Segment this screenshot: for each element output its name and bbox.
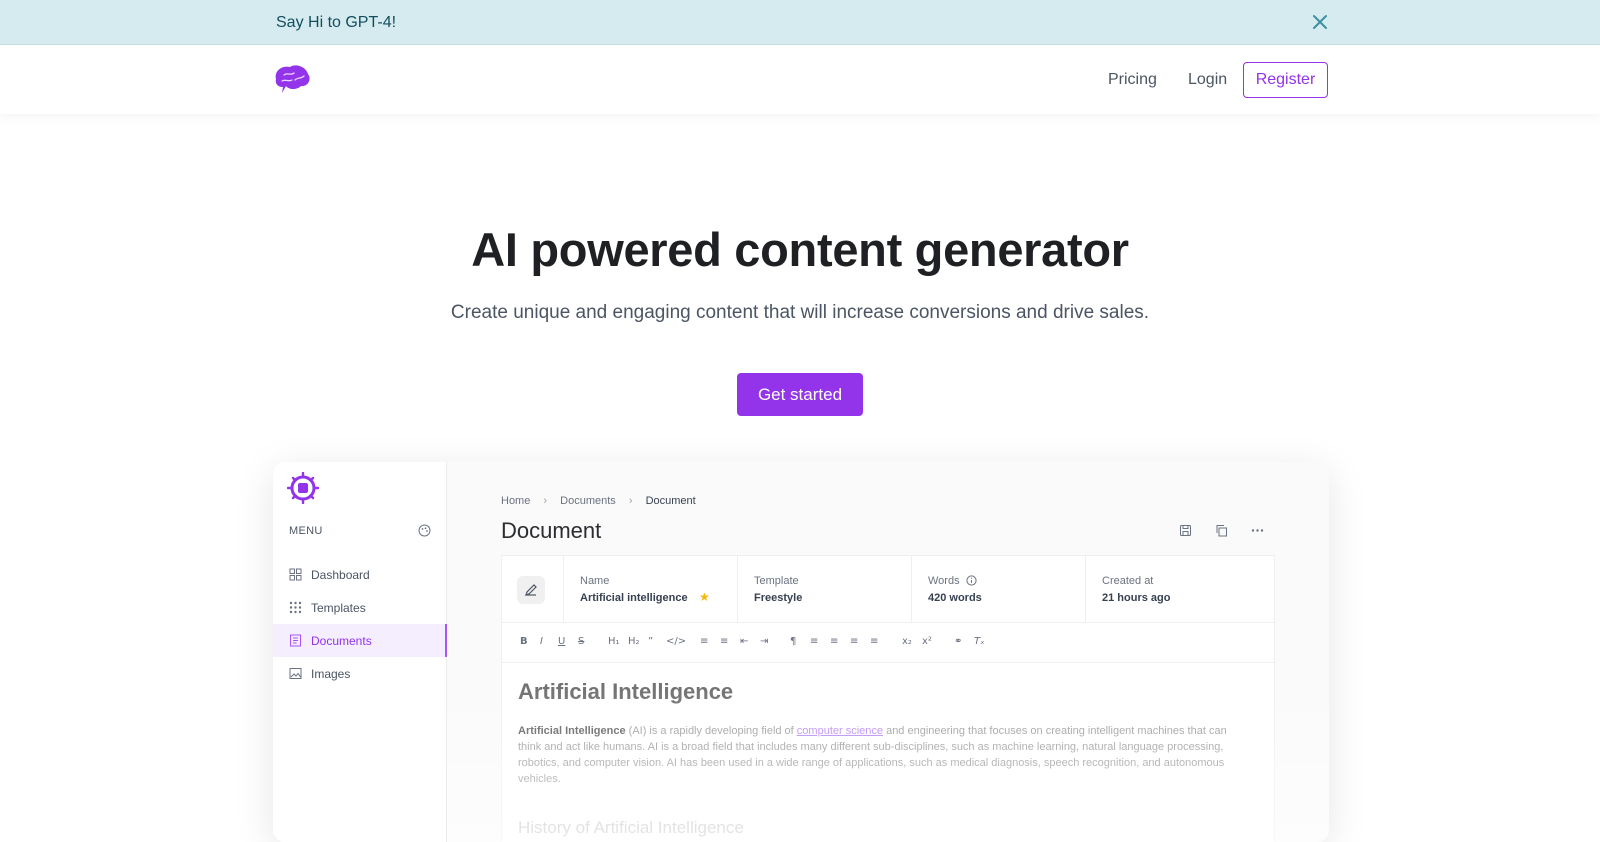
more-options-icon[interactable] — [1251, 524, 1264, 537]
close-icon[interactable] — [1310, 12, 1330, 32]
meta-template-label: Template — [754, 575, 799, 587]
meta-words-label: Words — [928, 575, 960, 587]
quote-icon[interactable]: ” — [648, 636, 653, 647]
text-direction-icon[interactable]: ¶ — [790, 636, 796, 647]
bold-icon[interactable]: B — [520, 636, 528, 647]
document-meta: Name Artificial intelligence ★ Template … — [502, 556, 1276, 623]
link-icon[interactable]: ⚭ — [954, 636, 962, 647]
meta-created-label: Created at — [1102, 575, 1154, 587]
nav-login-link[interactable]: Login — [1188, 71, 1227, 89]
chevron-right-icon: › — [628, 495, 633, 507]
subscript-icon[interactable]: x₂ — [902, 636, 912, 647]
sidebar-item-label: Images — [311, 667, 351, 681]
meta-name-label: Name — [580, 575, 610, 587]
underline-icon[interactable]: U — [558, 636, 565, 647]
page-title: Document — [501, 518, 602, 543]
editor-toolbar: B I U S H₁ H₂ ” </> ≡ ≡ ⇤ ⇥ ¶ ≡ ≡ ≡ ≡ x₂… — [502, 623, 1276, 663]
brain-logo-icon[interactable] — [270, 61, 312, 97]
app-main: Home › Documents › Document Document Nam… — [447, 462, 1329, 842]
info-icon[interactable] — [966, 575, 977, 586]
meta-name: Name Artificial intelligence ★ — [563, 556, 737, 623]
chevron-right-icon: › — [543, 495, 548, 507]
align-center-icon[interactable]: ≡ — [830, 636, 838, 647]
article-paragraph: Artificial Intelligence (AI) is a rapidl… — [518, 723, 1248, 787]
article-term: Artificial Intelligence — [518, 725, 626, 737]
register-button[interactable]: Register — [1243, 62, 1328, 98]
breadcrumb-documents[interactable]: Documents — [560, 495, 616, 507]
article-subheading: History of Artificial Intelligence — [518, 818, 744, 837]
meta-template: Template Freestyle — [737, 556, 911, 623]
get-started-button[interactable]: Get started — [737, 373, 863, 416]
sidebar-item-documents[interactable]: Documents — [273, 624, 447, 657]
banner-text: Say Hi to GPT-4! — [276, 14, 397, 31]
meta-name-value: Artificial intelligence — [580, 592, 688, 604]
sidebar-item-templates[interactable]: Templates — [273, 591, 447, 624]
document-icon — [290, 634, 301, 647]
breadcrumb-home[interactable]: Home — [501, 495, 530, 507]
grid-icon — [289, 601, 302, 614]
menu-label: MENU — [289, 525, 323, 537]
dashboard-icon — [289, 568, 302, 581]
italic-icon[interactable]: I — [540, 636, 543, 647]
save-icon[interactable] — [1179, 524, 1192, 537]
document-card: Name Artificial intelligence ★ Template … — [501, 555, 1276, 842]
outdent-icon[interactable]: ⇤ — [740, 636, 748, 647]
image-icon — [289, 668, 302, 679]
pencil-edit-icon — [525, 584, 537, 596]
hero-subtitle: Create unique and engaging content that … — [450, 302, 1150, 323]
meta-words-value: 420 words — [928, 592, 982, 604]
meta-created-value: 21 hours ago — [1102, 592, 1171, 604]
indent-icon[interactable]: ⇥ — [760, 636, 768, 647]
article-heading: Artificial Intelligence — [518, 679, 734, 704]
palette-icon[interactable] — [418, 524, 431, 537]
app-preview: MENU Dashboard Templates Documents Image… — [273, 462, 1329, 842]
meta-words: Words 420 words — [911, 556, 1085, 623]
meta-template-value: Freestyle — [754, 592, 803, 604]
announcement-banner: Say Hi to GPT-4! — [0, 0, 1600, 45]
computer-science-link[interactable]: computer science — [797, 725, 883, 737]
breadcrumb: Home › Documents › Document — [501, 495, 696, 507]
nav-pricing-link[interactable]: Pricing — [1108, 71, 1157, 89]
align-justify-icon[interactable]: ≡ — [870, 636, 878, 647]
meta-created: Created at 21 hours ago — [1085, 556, 1276, 623]
app-sidebar: MENU Dashboard Templates Documents Image… — [273, 462, 447, 842]
superscript-icon[interactable]: x² — [922, 636, 932, 647]
article-text-a: (AI) is a rapidly developing field of — [625, 725, 797, 737]
hero-title: AI powered content generator — [471, 223, 1129, 276]
copy-icon[interactable] — [1215, 524, 1228, 537]
breadcrumb-current: Document — [645, 495, 696, 507]
sidebar-item-dashboard[interactable]: Dashboard — [273, 558, 447, 591]
heading-2-icon[interactable]: H₂ — [628, 636, 640, 647]
document-type-badge — [517, 576, 545, 604]
sidebar-item-images[interactable]: Images — [273, 657, 447, 690]
code-icon[interactable]: </> — [666, 636, 686, 647]
star-icon[interactable]: ★ — [699, 590, 710, 604]
sidebar-item-label: Templates — [311, 601, 366, 615]
clear-format-icon[interactable]: Tₓ — [974, 636, 985, 647]
top-nav: Pricing Login Register — [0, 45, 1600, 114]
chip-logo-icon — [287, 472, 319, 504]
sidebar-item-label: Documents — [311, 634, 372, 648]
strikethrough-icon[interactable]: S — [578, 636, 584, 647]
align-right-icon[interactable]: ≡ — [850, 636, 858, 647]
align-left-icon[interactable]: ≡ — [810, 636, 818, 647]
sidebar-item-label: Dashboard — [311, 568, 370, 582]
heading-1-icon[interactable]: H₁ — [608, 636, 620, 647]
ordered-list-icon[interactable]: ≡ — [700, 636, 708, 647]
bullet-list-icon[interactable]: ≡ — [720, 636, 728, 647]
